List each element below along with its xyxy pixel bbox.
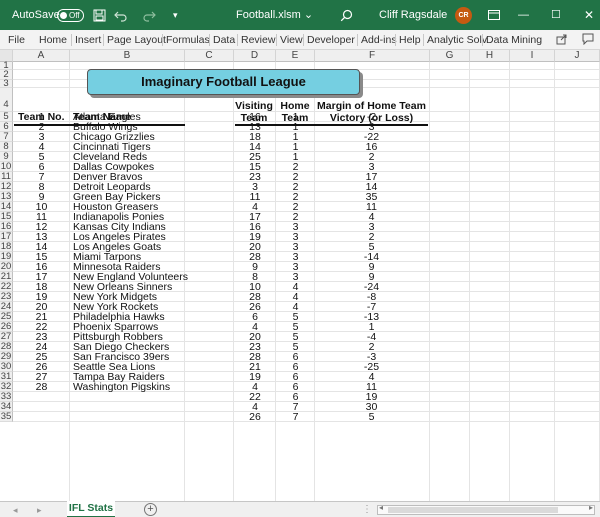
add-sheet-button[interactable]: + (144, 503, 157, 516)
menu-divider (162, 34, 163, 46)
tab-analytic-solver[interactable]: Analytic Solv (427, 30, 487, 50)
column-header[interactable]: J (555, 50, 600, 62)
menu-divider (303, 34, 304, 46)
prev-sheet-icon[interactable]: ◂ (13, 502, 18, 517)
menu-divider (357, 34, 358, 46)
save-icon[interactable] (93, 0, 106, 30)
menu-divider (482, 34, 483, 46)
tab-data[interactable]: Data (213, 30, 235, 50)
scroll-right-icon[interactable]: ▸ (589, 503, 593, 512)
filename-text: Football.xlsm (236, 9, 301, 21)
tab-data-mining[interactable]: Data Mining (486, 30, 542, 50)
user-name[interactable]: Cliff Ragsdale (379, 0, 447, 30)
close-icon[interactable]: ✕ (584, 0, 594, 30)
ribbon-tabs: File Home Insert Page Layout Formulas Da… (0, 30, 600, 50)
scrollbar-thumb[interactable] (388, 507, 558, 513)
gridline (554, 62, 555, 501)
next-sheet-icon[interactable]: ▸ (37, 502, 42, 517)
menu-divider (209, 34, 210, 46)
column-header[interactable]: D (234, 50, 276, 62)
row-header[interactable]: 4 (0, 88, 13, 112)
menu-divider (71, 34, 72, 46)
column-header[interactable]: A (13, 50, 70, 62)
sheet-tab-ifl-stats[interactable]: IFL Stats (67, 501, 115, 517)
tab-developer[interactable]: Developer (307, 30, 355, 50)
worksheet-grid[interactable]: ABCDEFGHIJ 1 2 3 4 5 6 7 8 9 10 11 12 13 14 15 16 17 18 19… (0, 50, 600, 501)
filename-chevron-icon: ⌄ (303, 9, 314, 21)
tab-split-icon[interactable]: ⋮ (362, 502, 372, 517)
column-header[interactable]: B (70, 50, 185, 62)
column-header[interactable]: C (185, 50, 234, 62)
minimize-icon[interactable]: — (518, 0, 529, 30)
quick-access-dropdown-icon[interactable]: ▾ (173, 0, 178, 30)
team-name-cell[interactable]: Washington Pigskins (73, 382, 188, 393)
menu-divider (237, 34, 238, 46)
home-team-cell[interactable]: 7 (276, 412, 315, 423)
column-header[interactable]: E (276, 50, 315, 62)
redo-icon[interactable] (142, 0, 156, 30)
title-bar: AutoSave Off ▾ Football.xlsm ⌄ Cliff Rag… (0, 0, 600, 30)
search-icon[interactable] (340, 0, 353, 30)
tab-page-layout[interactable]: Page Layout (107, 30, 166, 50)
comments-icon[interactable] (582, 33, 594, 47)
tab-add-ins[interactable]: Add-ins (361, 30, 397, 50)
share-icon[interactable] (556, 33, 568, 47)
tab-review[interactable]: Review (241, 30, 275, 50)
tab-file[interactable]: File (8, 30, 25, 50)
horizontal-scrollbar[interactable]: ◂ ▸ (377, 503, 595, 515)
autosave-toggle[interactable]: Off (57, 9, 84, 22)
undo-icon[interactable] (114, 0, 128, 30)
gridline (429, 62, 430, 501)
row-header[interactable]: 35 (0, 412, 13, 422)
visiting-team-cell[interactable]: 26 (234, 412, 276, 423)
column-header[interactable]: F (315, 50, 430, 62)
tab-home[interactable]: Home (39, 30, 67, 50)
sheet-tab-bar: ◂ ▸ IFL Stats + ⋮ ◂ ▸ (0, 501, 600, 517)
menu-divider (423, 34, 424, 46)
filename[interactable]: Football.xlsm ⌄ (236, 0, 313, 30)
toggle-knob (60, 12, 67, 19)
margin-cell[interactable]: 5 (315, 412, 428, 423)
column-header[interactable]: I (510, 50, 555, 62)
tab-insert[interactable]: Insert (75, 30, 101, 50)
menu-divider (395, 34, 396, 46)
ribbon-display-icon[interactable] (488, 0, 500, 30)
tab-help[interactable]: Help (399, 30, 421, 50)
menu-divider (276, 34, 277, 46)
row-header[interactable]: 3 (0, 79, 13, 88)
avatar[interactable]: CR (455, 7, 472, 24)
column-header[interactable]: G (430, 50, 470, 62)
team-number-cell[interactable]: 28 (13, 382, 70, 393)
tab-view[interactable]: View (280, 30, 303, 50)
autosave-label: AutoSave (12, 9, 60, 21)
maximize-icon[interactable]: ☐ (551, 0, 561, 30)
menu-divider (103, 34, 104, 46)
gridline (469, 62, 470, 501)
column-header[interactable]: H (470, 50, 510, 62)
sheet-title-banner[interactable]: Imaginary Football League (87, 69, 360, 95)
scroll-left-icon[interactable]: ◂ (379, 503, 383, 512)
gridline (509, 62, 510, 501)
autosave-state: Off (69, 11, 80, 20)
tab-formulas[interactable]: Formulas (166, 30, 210, 50)
